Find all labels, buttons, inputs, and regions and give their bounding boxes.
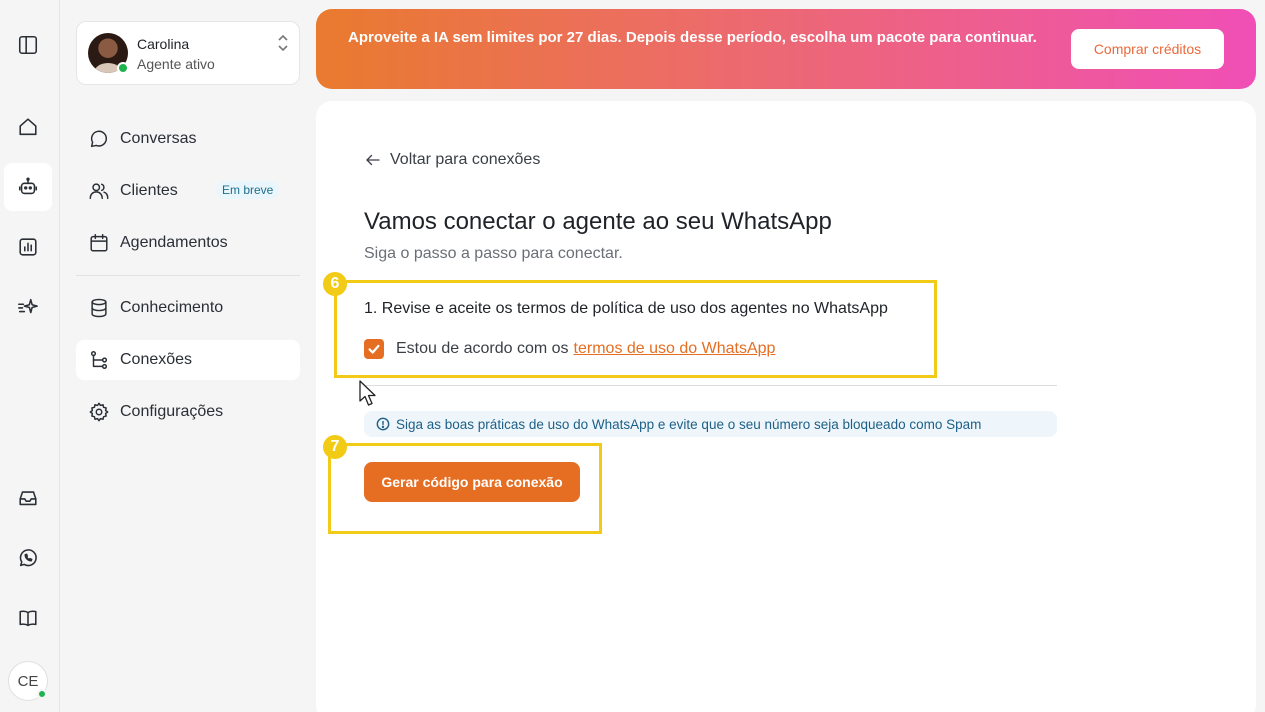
nav-label: Clientes bbox=[120, 182, 178, 199]
page-subtitle: Siga o passo a passo para conectar. bbox=[364, 245, 623, 262]
user-avatar[interactable]: CE bbox=[8, 661, 48, 701]
online-indicator bbox=[117, 62, 129, 74]
nav-clientes[interactable]: Clientes Em breve bbox=[76, 171, 300, 211]
nav-agendamentos[interactable]: Agendamentos bbox=[76, 223, 300, 263]
nav-configuracoes[interactable]: Configurações bbox=[76, 392, 300, 432]
nav-label: Conhecimento bbox=[120, 299, 224, 316]
robot-icon[interactable] bbox=[4, 163, 52, 211]
annotation-marker-6: 6 bbox=[323, 272, 347, 296]
annotation-frame-7 bbox=[328, 443, 602, 534]
mouse-cursor-icon bbox=[359, 380, 376, 406]
back-link-label: Voltar para conexões bbox=[390, 151, 541, 168]
chat-bubble-icon bbox=[90, 130, 107, 148]
online-indicator bbox=[37, 689, 47, 699]
promo-text: Aproveite a IA sem limites por 27 dias. … bbox=[348, 29, 1037, 46]
nav-conexoes[interactable]: Conexões bbox=[76, 340, 300, 380]
agent-name: Carolina bbox=[137, 36, 190, 52]
back-to-connections-link[interactable]: Voltar para conexões bbox=[364, 151, 540, 169]
agent-selector[interactable]: Carolina Agente ativo bbox=[76, 21, 300, 85]
tip-text: Siga as boas práticas de uso do WhatsApp… bbox=[396, 416, 982, 432]
annotation-marker-7: 7 bbox=[323, 435, 347, 459]
arrow-left-icon bbox=[366, 154, 380, 166]
nav-label: Conversas bbox=[120, 130, 197, 147]
chevron-updown-icon bbox=[277, 34, 289, 52]
nav-label: Agendamentos bbox=[120, 234, 228, 251]
nav-conhecimento[interactable]: Conhecimento bbox=[76, 288, 300, 328]
inbox-icon[interactable] bbox=[4, 474, 52, 522]
nav-divider bbox=[76, 275, 300, 276]
database-icon bbox=[91, 298, 107, 318]
sidebar: Carolina Agente ativo Conversas Clientes… bbox=[60, 0, 316, 712]
chart-icon[interactable] bbox=[4, 223, 52, 271]
connections-icon bbox=[90, 351, 108, 369]
info-icon bbox=[376, 417, 390, 431]
page-title: Vamos conectar o agente ao seu WhatsApp bbox=[364, 208, 832, 235]
promo-banner: Aproveite a IA sem limites por 27 dias. … bbox=[316, 9, 1256, 89]
home-icon[interactable] bbox=[4, 103, 52, 151]
calendar-icon bbox=[90, 234, 108, 252]
buy-credits-button[interactable]: Comprar créditos bbox=[1071, 29, 1224, 69]
book-icon[interactable] bbox=[4, 594, 52, 642]
main-panel: Voltar para conexões Vamos conectar o ag… bbox=[316, 101, 1256, 712]
nav-conversas[interactable]: Conversas bbox=[76, 119, 300, 159]
best-practices-tip: Siga as boas práticas de uso do WhatsApp… bbox=[364, 411, 1057, 437]
gear-icon bbox=[89, 402, 109, 422]
agent-status: Agente ativo bbox=[137, 56, 215, 72]
user-initials: CE bbox=[17, 672, 39, 690]
annotation-frame-6 bbox=[334, 280, 937, 378]
coming-soon-badge: Em breve bbox=[216, 181, 280, 199]
sparkles-icon[interactable] bbox=[4, 283, 52, 331]
users-icon bbox=[89, 183, 109, 200]
sidebar-toggle-icon[interactable] bbox=[4, 21, 52, 69]
icon-rail: CE bbox=[0, 0, 60, 712]
whatsapp-icon[interactable] bbox=[4, 534, 52, 582]
nav-label: Conexões bbox=[120, 351, 193, 368]
section-divider bbox=[364, 385, 1057, 386]
nav-label: Configurações bbox=[120, 403, 224, 420]
